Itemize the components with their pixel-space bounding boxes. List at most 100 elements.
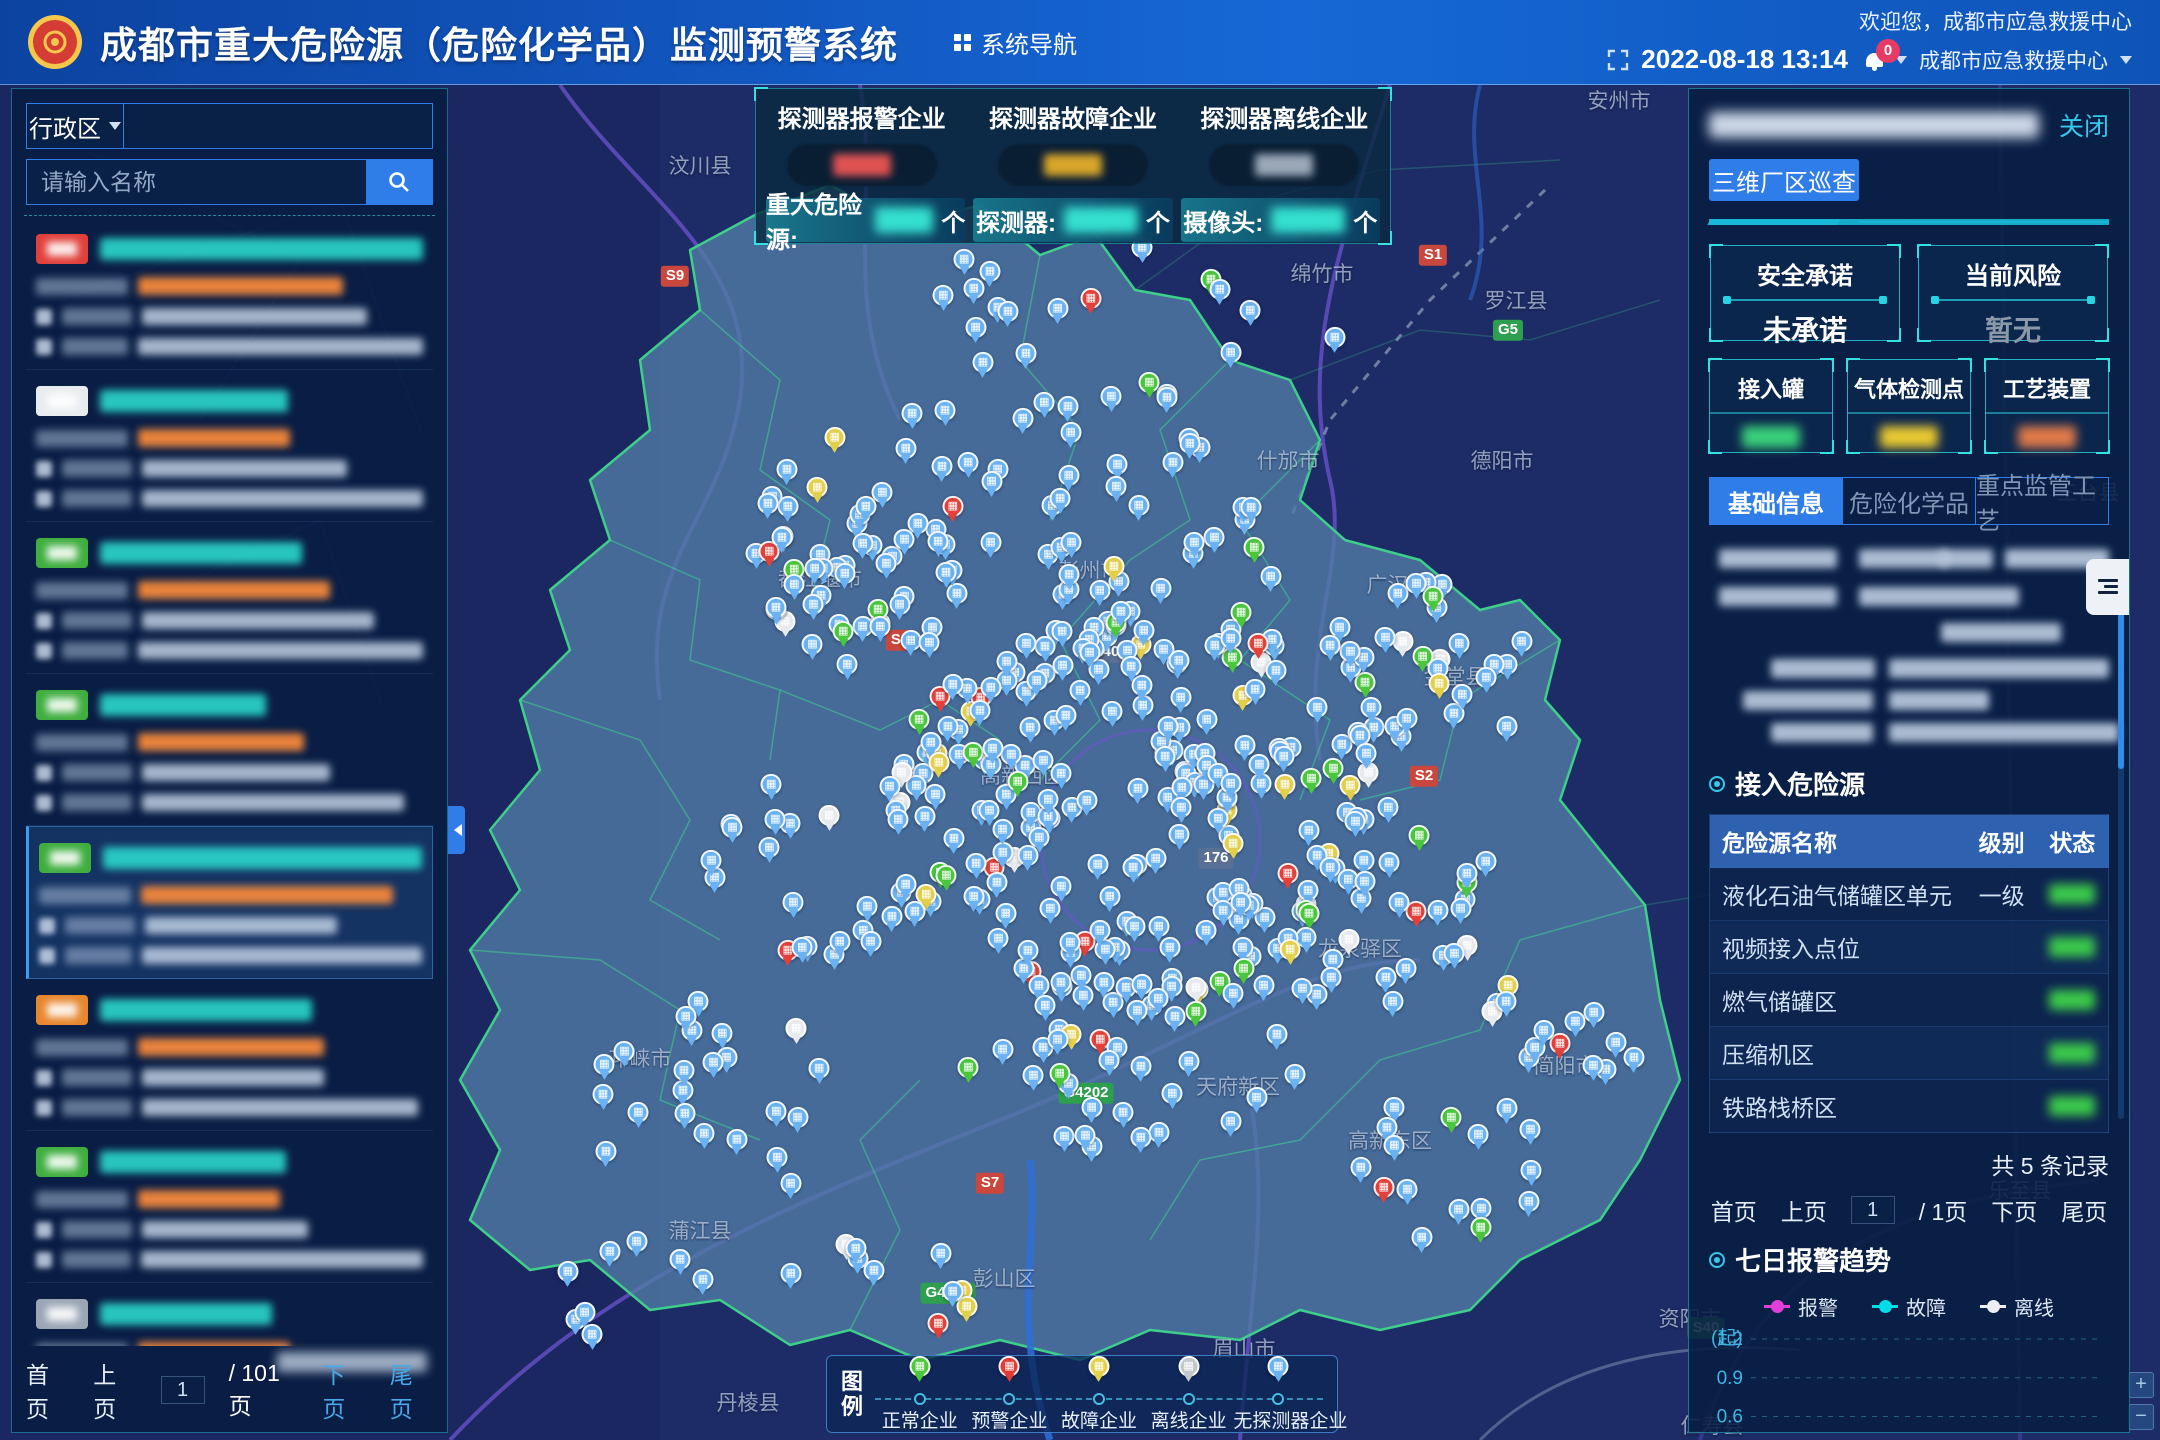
- map-marker[interactable]: ▦: [1020, 717, 1041, 738]
- map-marker[interactable]: ▦: [1231, 602, 1252, 623]
- map-marker[interactable]: ▦: [1246, 1087, 1267, 1108]
- map-marker[interactable]: ▦: [1549, 1033, 1570, 1054]
- map-marker[interactable]: ▦: [1051, 763, 1072, 784]
- map-marker[interactable]: ▦: [807, 477, 828, 498]
- map-marker[interactable]: ▦: [876, 553, 897, 574]
- map-marker[interactable]: ▦: [670, 1249, 691, 1270]
- map-marker[interactable]: ▦: [996, 651, 1017, 672]
- map-marker[interactable]: ▦: [1232, 937, 1253, 958]
- map-marker[interactable]: ▦: [1123, 857, 1144, 878]
- sidebar-collapse-button[interactable]: [448, 806, 465, 854]
- map-marker[interactable]: ▦: [771, 526, 792, 547]
- map-marker[interactable]: ▦: [1265, 660, 1286, 681]
- map-marker[interactable]: ▦: [1340, 641, 1361, 662]
- map-marker[interactable]: ▦: [1307, 697, 1328, 718]
- map-marker[interactable]: ▦: [1148, 988, 1169, 1009]
- pagination-first[interactable]: 首页: [1711, 1193, 1757, 1227]
- map-marker[interactable]: ▦: [1080, 288, 1101, 309]
- search-input[interactable]: [27, 160, 366, 204]
- map-marker[interactable]: ▦: [1099, 886, 1120, 907]
- tab-基础信息[interactable]: 基础信息: [1710, 478, 1842, 524]
- system-nav[interactable]: 系统导航: [954, 25, 1077, 60]
- map-marker[interactable]: ▦: [1052, 655, 1073, 676]
- map-marker[interactable]: ▦: [837, 654, 858, 675]
- map-marker[interactable]: ▦: [557, 1261, 578, 1282]
- map-marker[interactable]: ▦: [1338, 929, 1359, 950]
- map-marker[interactable]: ▦: [1124, 916, 1145, 937]
- company-list-item[interactable]: [26, 826, 433, 979]
- pagination-page-input[interactable]: [161, 1376, 205, 1404]
- map-marker[interactable]: ▦: [1204, 527, 1225, 548]
- map-marker[interactable]: ▦: [1260, 566, 1281, 587]
- map-marker[interactable]: ▦: [1292, 978, 1313, 999]
- map-marker[interactable]: ▦: [992, 1038, 1013, 1059]
- map-marker[interactable]: ▦: [1220, 1111, 1241, 1132]
- map-marker[interactable]: ▦: [1156, 387, 1177, 408]
- map-marker[interactable]: ▦: [1533, 1019, 1554, 1040]
- map-marker[interactable]: ▦: [1162, 452, 1183, 473]
- map-marker[interactable]: ▦: [1017, 940, 1038, 961]
- map-marker[interactable]: ▦: [988, 928, 1009, 949]
- map-marker[interactable]: ▦: [1103, 556, 1124, 577]
- map-marker[interactable]: ▦: [1356, 743, 1377, 764]
- map-marker[interactable]: ▦: [972, 352, 993, 373]
- map-marker[interactable]: ▦: [1055, 705, 1076, 726]
- map-marker[interactable]: ▦: [787, 1107, 808, 1128]
- map-marker[interactable]: ▦: [1384, 1097, 1405, 1118]
- company-list-item[interactable]: [26, 979, 433, 1131]
- map-marker[interactable]: ▦: [1162, 1083, 1183, 1104]
- map-marker[interactable]: ▦: [1148, 916, 1169, 937]
- trend-legend-item[interactable]: 离线: [1980, 1292, 2054, 1321]
- map-marker[interactable]: ▦: [1178, 1051, 1199, 1072]
- map-marker[interactable]: ▦: [914, 805, 935, 826]
- map-marker[interactable]: ▦: [1248, 633, 1269, 654]
- map-marker[interactable]: ▦: [726, 1128, 747, 1149]
- map-marker[interactable]: ▦: [1375, 967, 1396, 988]
- map-marker[interactable]: ▦: [1409, 825, 1430, 846]
- map-marker[interactable]: ▦: [997, 300, 1018, 321]
- map-marker[interactable]: ▦: [694, 1123, 715, 1144]
- map-marker[interactable]: ▦: [1450, 898, 1471, 919]
- map-marker[interactable]: ▦: [936, 562, 957, 583]
- map-marker[interactable]: ▦: [1321, 967, 1342, 988]
- map-marker[interactable]: ▦: [1423, 586, 1444, 607]
- company-list-item[interactable]: [26, 674, 433, 826]
- map-marker[interactable]: ▦: [1023, 1065, 1044, 1086]
- company-list-item[interactable]: [26, 370, 433, 522]
- map-marker[interactable]: ▦: [792, 937, 813, 958]
- map-marker[interactable]: ▦: [829, 931, 850, 952]
- map-marker[interactable]: ▦: [1471, 1198, 1492, 1219]
- map-marker[interactable]: ▦: [1220, 342, 1241, 363]
- map-marker[interactable]: ▦: [1395, 958, 1416, 979]
- map-marker[interactable]: ▦: [1001, 744, 1022, 765]
- map-marker[interactable]: ▦: [881, 905, 902, 926]
- map-marker[interactable]: ▦: [1230, 892, 1251, 913]
- map-marker[interactable]: ▦: [1452, 684, 1473, 705]
- map-marker[interactable]: ▦: [1015, 343, 1036, 364]
- map-marker[interactable]: ▦: [1038, 789, 1059, 810]
- map-marker[interactable]: ▦: [1378, 796, 1399, 817]
- map-marker[interactable]: ▦: [1168, 650, 1189, 671]
- map-marker[interactable]: ▦: [1266, 1024, 1287, 1045]
- map-marker[interactable]: ▦: [1354, 871, 1375, 892]
- map-marker[interactable]: ▦: [1521, 1160, 1542, 1181]
- map-marker[interactable]: ▦: [1468, 1124, 1489, 1145]
- pagination-prev[interactable]: 上页: [93, 1356, 136, 1424]
- map-marker[interactable]: ▦: [1396, 708, 1417, 729]
- map-marker[interactable]: ▦: [1127, 778, 1148, 799]
- map-marker[interactable]: ▦: [992, 818, 1013, 839]
- pagination-last[interactable]: 尾页: [2061, 1193, 2107, 1227]
- map-marker[interactable]: ▦: [776, 459, 797, 480]
- map-marker[interactable]: ▦: [1155, 746, 1176, 767]
- map-marker[interactable]: ▦: [1429, 673, 1450, 694]
- map-marker[interactable]: ▦: [1476, 667, 1497, 688]
- map-marker[interactable]: ▦: [1164, 1006, 1185, 1027]
- map-marker[interactable]: ▦: [1079, 641, 1100, 662]
- map-marker[interactable]: ▦: [1148, 1122, 1169, 1143]
- map-marker[interactable]: ▦: [780, 1173, 801, 1194]
- map-marker[interactable]: ▦: [1034, 392, 1055, 413]
- map-marker[interactable]: ▦: [1130, 1127, 1151, 1148]
- map-marker[interactable]: ▦: [1106, 476, 1127, 497]
- map-marker[interactable]: ▦: [1456, 863, 1477, 884]
- map-marker[interactable]: ▦: [802, 634, 823, 655]
